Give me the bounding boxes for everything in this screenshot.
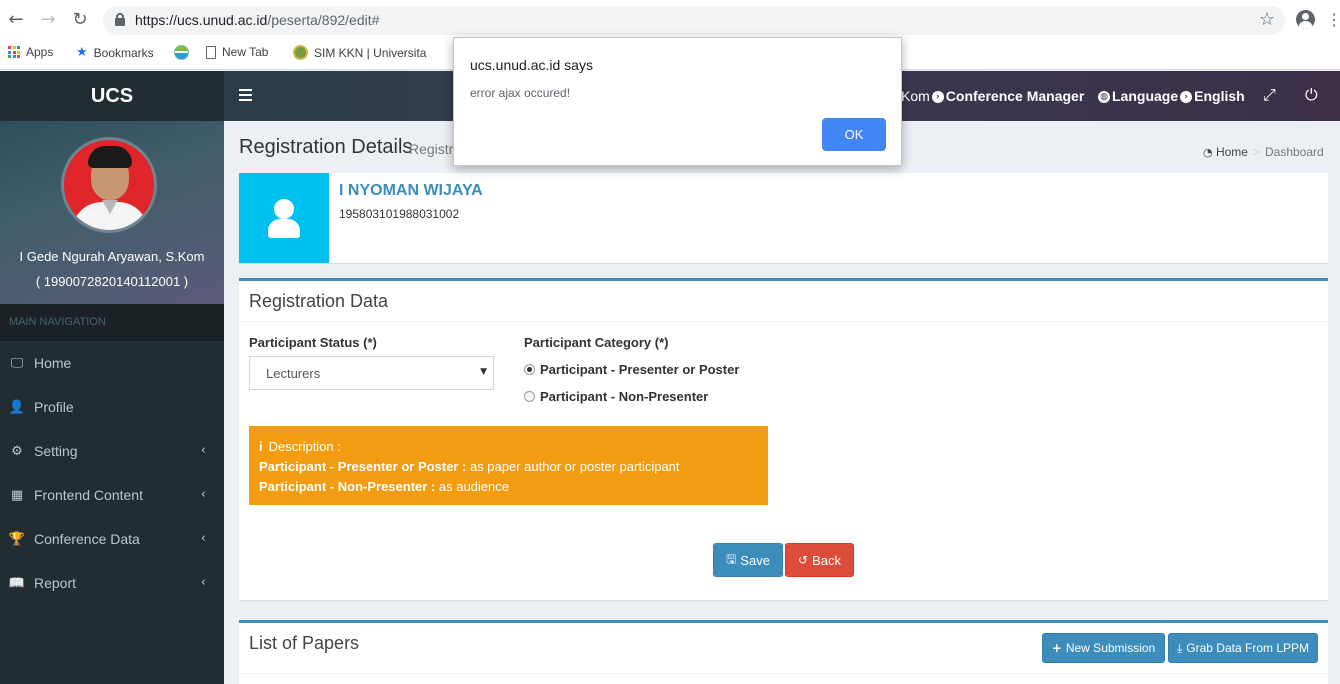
info-icon: i (259, 439, 263, 454)
forward-arrow-icon[interactable]: → (38, 10, 58, 30)
description-callout: i Description : Participant - Presenter o… (249, 426, 768, 505)
dialog-title: ucs.unud.ac.id says (470, 57, 593, 73)
registration-data-title: Registration Data (249, 291, 389, 311)
chevron-left-icon: ‹ (200, 443, 206, 458)
grab-data-button[interactable]: ⤓ Grab Data From LPPM (1168, 633, 1318, 663)
page-subtitle: Registr (409, 141, 454, 157)
dialog-message: error ajax occured! (470, 86, 571, 100)
sidebar-item-setting[interactable]: ⚙ Setting ‹ (0, 429, 224, 473)
undo-icon: ↺ (798, 553, 809, 567)
user-icon (239, 173, 329, 263)
star-icon: ★ (76, 45, 88, 60)
plus-icon: + (1051, 641, 1062, 655)
user-panel: I Gede Ngurah Aryawan, S.Kom ( 199007282… (0, 121, 224, 304)
registration-data-box: Registration Data Participant Status (*)… (239, 278, 1328, 600)
category-option-presenter[interactable]: Participant - Presenter or Poster (524, 362, 739, 377)
bookmark-globe[interactable] (174, 45, 189, 60)
bookmark-apps[interactable]: Apps (8, 45, 53, 59)
new-submission-button[interactable]: + New Submission (1042, 633, 1165, 663)
user-name: I Gede Ngurah Aryawan, S.Kom (19, 249, 205, 264)
chevron-left-icon: ‹ (200, 531, 206, 546)
breadcrumb-current: Dashboard (1264, 145, 1324, 159)
participant-nip: 195803101988031002 (339, 207, 460, 221)
floppy-icon: 🖫 (726, 551, 737, 566)
book-icon: 📖 (8, 575, 26, 591)
desktop-icon: 🖵 (10, 355, 24, 371)
category-option-non-presenter[interactable]: Participant - Non-Presenter (524, 389, 708, 404)
breadcrumb-home[interactable]: Home (1216, 145, 1248, 159)
apps-icon (8, 46, 20, 58)
download-icon: ⤓ (1176, 640, 1183, 655)
breadcrumb: ◔ Home > Dashboard (1203, 145, 1324, 159)
participant-category-label: Participant Category (*) (524, 335, 669, 350)
list-of-papers-box: List of Papers + New Submission ⤓ Grab Dat… (239, 620, 1328, 684)
participant-info-box: I NYOMAN WIJAYA 195803101988031002 (239, 173, 1328, 263)
gears-icon: ⚙ (11, 443, 23, 459)
lock-icon (115, 13, 125, 26)
save-button[interactable]: 🖫 Save (713, 543, 783, 577)
bookmark-sim-kkn[interactable]: SIM KKN | Universita (293, 45, 426, 60)
radio-button-checked[interactable] (524, 364, 535, 375)
dashboard-icon: ◔ (1203, 146, 1213, 159)
trophy-icon: 🏆 (8, 531, 26, 547)
page-icon (206, 45, 216, 59)
sidebar-item-profile[interactable]: 👤 Profile (0, 385, 224, 429)
fullscreen-icon[interactable]: ⤢ (1263, 85, 1276, 105)
alert-dialog: ucs.unud.ac.id says error ajax occured! … (453, 37, 902, 166)
bookmark-star-icon[interactable]: ☆ (1259, 9, 1275, 30)
avatar (61, 137, 157, 233)
participant-status-label: Participant Status (*) (249, 335, 377, 350)
radio-button[interactable] (524, 391, 535, 402)
dialog-ok-button[interactable]: OK (822, 118, 886, 151)
participant-name: I NYOMAN WIJAYA (339, 182, 483, 199)
chevron-left-icon: ‹ (200, 487, 206, 502)
sidebar-toggle-icon[interactable] (239, 89, 252, 101)
address-bar[interactable]: https://ucs.unud.ac.id/peserta/892/edit#… (103, 6, 1285, 35)
sidebar-item-conference-data[interactable]: 🏆 Conference Data ‹ (0, 517, 224, 561)
nav-language[interactable]: ◍ Language › English (1096, 88, 1245, 104)
sidebar-item-frontend-content[interactable]: ▦ Frontend Content ‹ (0, 473, 224, 517)
sidebar-item-home[interactable]: 🖵 Home (0, 341, 224, 385)
nav-conference-manager[interactable]: Kom › Conference Manager (901, 88, 1084, 104)
user-icon: 👤 (8, 399, 26, 415)
sidebar: I Gede Ngurah Aryawan, S.Kom ( 199007282… (0, 121, 224, 684)
globe-icon: ◍ (1098, 91, 1110, 104)
chevron-circle-icon: › (1180, 91, 1193, 104)
bookmark-bookmarks[interactable]: ★ Bookmarks (76, 45, 154, 60)
menu-kebab-icon[interactable]: ⋮ (1326, 10, 1340, 30)
participant-status-select[interactable]: Lecturers ▼ (249, 356, 494, 390)
bookmark-new-tab[interactable]: New Tab (206, 45, 268, 59)
power-icon[interactable]: ⏻ (1305, 85, 1318, 105)
url-text: https://ucs.unud.ac.id/peserta/892/edit# (135, 12, 380, 28)
page-title: Registration Details (239, 136, 413, 158)
university-icon (293, 45, 308, 60)
reload-icon[interactable]: ↻ (70, 10, 90, 30)
back-arrow-icon[interactable]: ← (6, 10, 26, 30)
chevron-left-icon: ‹ (200, 575, 206, 590)
caret-down-icon: ▼ (480, 367, 487, 377)
list-of-papers-title: List of Papers (249, 633, 360, 653)
browser-toolbar: ← → ↻ https://ucs.unud.ac.id/peserta/892… (0, 0, 1340, 42)
nav-header: MAIN NAVIGATION (0, 304, 224, 341)
app-logo[interactable]: UCS (0, 71, 224, 121)
sidebar-item-report[interactable]: 📖 Report ‹ (0, 561, 224, 605)
back-button[interactable]: ↺ Back (785, 543, 854, 577)
globe-icon (174, 45, 189, 60)
building-icon: ▦ (10, 487, 24, 503)
chevron-circle-icon: › (931, 91, 944, 104)
account-icon[interactable] (1296, 10, 1315, 29)
user-id: ( 199007282014011200​1 ) (35, 274, 189, 289)
